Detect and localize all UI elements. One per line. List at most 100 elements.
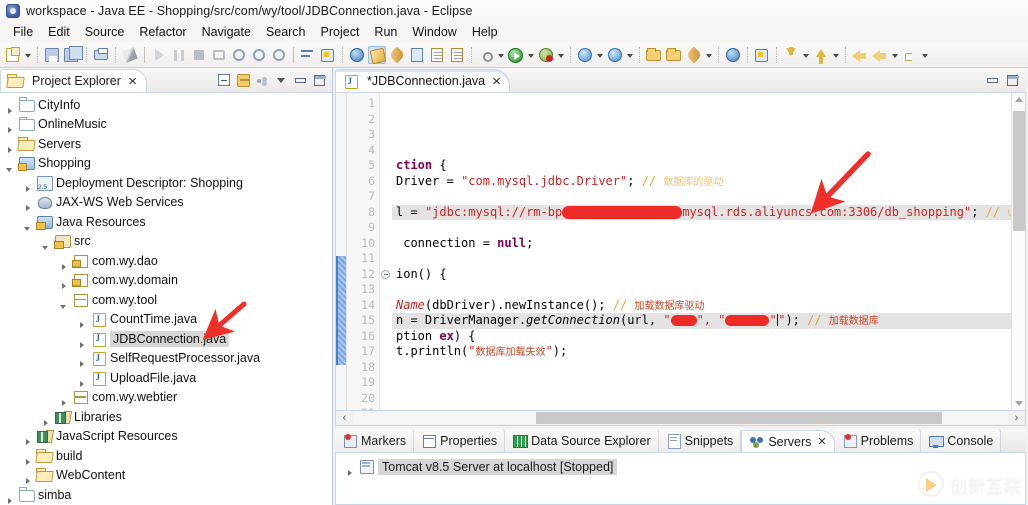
open-task-icon[interactable] <box>408 46 426 64</box>
server-caret[interactable] <box>625 47 634 63</box>
tree-item-build[interactable]: build <box>0 446 332 466</box>
open-folder-icon[interactable] <box>665 46 683 64</box>
tree-item-com-wy-webtier[interactable]: com.wy.webtier <box>0 388 332 408</box>
coverage-icon[interactable] <box>537 46 555 64</box>
tree-item-simba[interactable]: simba <box>0 485 332 505</box>
fold-slot[interactable] <box>380 174 392 190</box>
fold-slot[interactable] <box>380 391 392 407</box>
tree-item-src[interactable]: src <box>0 232 332 252</box>
fold-slot[interactable] <box>380 298 392 314</box>
code-line[interactable] <box>392 112 1011 128</box>
next-annotation-icon[interactable] <box>299 46 317 64</box>
horizontal-scrollbar[interactable]: ‹ › <box>335 411 1026 426</box>
fold-slot[interactable] <box>380 220 392 236</box>
run-last-icon[interactable] <box>150 46 168 64</box>
code-line[interactable]: ption ex) { <box>392 329 1011 345</box>
bottom-tab-servers[interactable]: Servers✕ <box>741 430 834 452</box>
vertical-scroll-thumb[interactable] <box>1013 111 1025 231</box>
fold-slot[interactable] <box>380 189 392 205</box>
collapse-all-icon[interactable] <box>216 72 233 89</box>
bottom-tab-problems[interactable]: Problems <box>835 429 922 452</box>
show-whitespace-icon[interactable] <box>428 46 446 64</box>
back-caret[interactable] <box>890 47 899 63</box>
code-line[interactable] <box>392 127 1011 143</box>
menu-help[interactable]: Help <box>465 23 506 41</box>
back-icon[interactable] <box>871 46 889 64</box>
code-line[interactable] <box>392 391 1011 407</box>
debug-icon[interactable] <box>477 46 495 64</box>
fold-slot[interactable] <box>380 360 392 376</box>
forward-caret[interactable] <box>920 47 929 63</box>
run-icon[interactable] <box>507 46 525 64</box>
scroll-right-arrow[interactable]: › <box>1008 412 1025 424</box>
pause-icon[interactable] <box>170 46 188 64</box>
fold-slot[interactable] <box>380 205 392 221</box>
open-type-icon[interactable] <box>348 46 366 64</box>
close-icon[interactable]: ✕ <box>817 435 826 448</box>
menu-source[interactable]: Source <box>78 23 133 41</box>
annotation-marker-bar[interactable] <box>336 93 347 410</box>
tree-item-com-wy-dao[interactable]: com.wy.dao <box>0 251 332 271</box>
save-icon[interactable] <box>43 46 61 64</box>
code-line[interactable]: Driver = "com.mysql.jdbc.Driver"; // 数据库… <box>392 174 1011 190</box>
next-caret[interactable] <box>831 47 840 63</box>
fold-slot[interactable] <box>380 112 392 128</box>
project-tree[interactable]: CityInfoOnlineMusicServersShoppingDeploy… <box>0 93 332 505</box>
tree-item-com-wy-domain[interactable]: com.wy.domain <box>0 271 332 291</box>
previous-caret[interactable] <box>801 47 810 63</box>
tree-item-selfrequestprocessor-java[interactable]: SelfRequestProcessor.java <box>0 349 332 369</box>
paragraph-marks-icon[interactable] <box>448 46 466 64</box>
code-line[interactable] <box>392 220 1011 236</box>
tree-item-jax-ws-web-services[interactable]: JAX-WS Web Services <box>0 193 332 213</box>
menu-navigate[interactable]: Navigate <box>195 23 259 41</box>
step-over-icon[interactable] <box>230 46 248 64</box>
tree-item-java-resources[interactable]: Java Resources <box>0 212 332 232</box>
search-icon[interactable] <box>319 46 337 64</box>
step-into-icon[interactable] <box>210 46 228 64</box>
maximize-view-icon[interactable] <box>311 72 328 89</box>
focus-on-active-task-icon[interactable] <box>254 72 271 89</box>
new-ee-project-icon[interactable] <box>576 46 594 64</box>
bottom-tab-console[interactable]: Console <box>921 429 1001 452</box>
ee-caret[interactable] <box>595 47 604 63</box>
link-icon[interactable] <box>388 46 406 64</box>
bottom-tab-data-source-explorer[interactable]: Data Source Explorer <box>505 429 659 452</box>
code-line[interactable] <box>392 406 1011 410</box>
fold-slot[interactable] <box>380 267 392 283</box>
menu-project[interactable]: Project <box>314 23 368 41</box>
code-line[interactable] <box>392 143 1011 159</box>
tab-project-explorer[interactable]: Project Explorer ✕ <box>0 69 147 92</box>
code-line[interactable] <box>392 360 1011 376</box>
folding-ruler[interactable] <box>380 93 392 410</box>
back-history-icon[interactable] <box>851 46 869 64</box>
new-dropdown-caret[interactable] <box>23 47 32 63</box>
code-line[interactable]: n = DriverManager.getConnection(url, "",… <box>392 313 1011 329</box>
server-icon[interactable] <box>606 46 624 64</box>
tree-item-onlinemusic[interactable]: OnlineMusic <box>0 115 332 135</box>
menu-edit[interactable]: Edit <box>41 23 78 41</box>
print-icon[interactable] <box>92 46 110 64</box>
previous-edit-icon[interactable] <box>782 46 800 64</box>
validate-icon[interactable] <box>685 46 703 64</box>
scroll-down-arrow[interactable] <box>1015 401 1023 406</box>
close-icon[interactable]: ✕ <box>127 75 137 88</box>
fold-slot[interactable] <box>380 375 392 391</box>
code-line[interactable]: l = "jdbc:mysql://rm-bpmysql.rds.aliyunc… <box>392 205 1011 221</box>
save-all-icon[interactable] <box>63 46 81 64</box>
minimize-view-icon[interactable] <box>292 72 309 89</box>
fold-slot[interactable] <box>380 158 392 174</box>
tree-item-servers[interactable]: Servers <box>0 134 332 154</box>
open-perspective-icon[interactable] <box>645 46 663 64</box>
code-line[interactable] <box>392 375 1011 391</box>
menu-refactor[interactable]: Refactor <box>132 23 194 41</box>
code-line[interactable]: ction { <box>392 158 1011 174</box>
code-line[interactable] <box>392 251 1011 267</box>
source-editor[interactable]: 123456789101112131415161718192021 ction … <box>335 93 1026 411</box>
tree-item-jdbconnection-java[interactable]: JDBConnection.java <box>0 329 332 349</box>
code-line[interactable]: t.println("数据库加载失效"); <box>392 344 1011 360</box>
next-edit-icon[interactable] <box>812 46 830 64</box>
code-line[interactable] <box>392 282 1011 298</box>
menu-search[interactable]: Search <box>259 23 314 41</box>
run-caret[interactable] <box>526 47 535 63</box>
tree-item-javascript-resources[interactable]: JavaScript Resources <box>0 427 332 447</box>
